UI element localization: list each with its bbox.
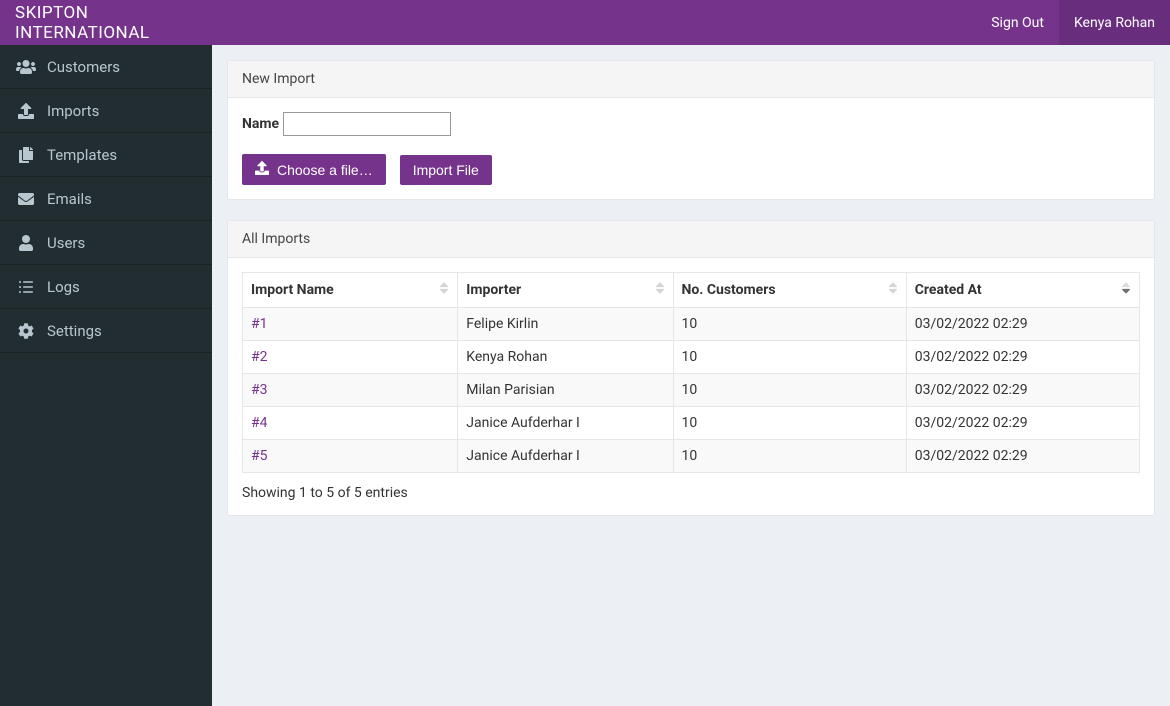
- count-cell: 10: [673, 341, 906, 374]
- sidebar-item-label: Settings: [47, 322, 102, 340]
- sidebar-item-label: Users: [47, 234, 85, 252]
- sidebar-item-settings[interactable]: Settings: [0, 309, 212, 353]
- choose-file-button[interactable]: Choose a file…: [242, 154, 386, 185]
- brand-title: SKIPTON INTERNATIONAL: [0, 3, 212, 43]
- upload-icon: [255, 161, 269, 178]
- table-row: #2Kenya Rohan1003/02/2022 02:29: [243, 341, 1140, 374]
- import-name-link[interactable]: #1: [243, 308, 458, 341]
- sort-icon: [888, 281, 898, 299]
- importer-cell: Janice Aufderhar I: [458, 440, 673, 473]
- sidebar-item-users[interactable]: Users: [0, 221, 212, 265]
- sidebar-item-templates[interactable]: Templates: [0, 133, 212, 177]
- sidebar-item-label: Imports: [47, 102, 99, 120]
- sidebar-item-imports[interactable]: Imports: [0, 89, 212, 133]
- upload-icon: [15, 102, 37, 120]
- count-cell: 10: [673, 308, 906, 341]
- user-menu[interactable]: Kenya Rohan: [1059, 0, 1170, 45]
- users-icon: [15, 58, 37, 76]
- created-cell: 03/02/2022 02:29: [906, 308, 1139, 341]
- name-input[interactable]: [283, 112, 451, 136]
- col-created-at[interactable]: Created At: [906, 273, 1139, 308]
- count-cell: 10: [673, 440, 906, 473]
- sidebar: Customers Imports Templates Emails Users: [0, 45, 212, 706]
- all-imports-title: All Imports: [228, 221, 1154, 258]
- sidebar-item-customers[interactable]: Customers: [0, 45, 212, 89]
- sidebar-item-logs[interactable]: Logs: [0, 265, 212, 309]
- created-cell: 03/02/2022 02:29: [906, 341, 1139, 374]
- table-entries-info: Showing 1 to 5 of 5 entries: [242, 473, 1140, 501]
- created-cell: 03/02/2022 02:29: [906, 374, 1139, 407]
- cogs-icon: [15, 322, 37, 340]
- sort-desc-icon: [1121, 281, 1131, 299]
- import-file-label: Import File: [413, 162, 479, 178]
- importer-cell: Milan Parisian: [458, 374, 673, 407]
- import-file-button[interactable]: Import File: [400, 155, 492, 185]
- all-imports-panel: All Imports Import Name Import: [227, 220, 1155, 516]
- copy-icon: [15, 146, 37, 164]
- col-import-name[interactable]: Import Name: [243, 273, 458, 308]
- sidebar-item-label: Customers: [47, 58, 120, 76]
- sidebar-item-emails[interactable]: Emails: [0, 177, 212, 221]
- sort-icon: [439, 281, 449, 299]
- table-row: #1Felipe Kirlin1003/02/2022 02:29: [243, 308, 1140, 341]
- created-cell: 03/02/2022 02:29: [906, 440, 1139, 473]
- list-icon: [15, 278, 37, 296]
- table-row: #5Janice Aufderhar I1003/02/2022 02:29: [243, 440, 1140, 473]
- table-row: #3Milan Parisian1003/02/2022 02:29: [243, 374, 1140, 407]
- count-cell: 10: [673, 407, 906, 440]
- topbar: SKIPTON INTERNATIONAL Sign Out Kenya Roh…: [0, 0, 1170, 45]
- sidebar-item-label: Templates: [47, 146, 117, 164]
- col-no-customers[interactable]: No. Customers: [673, 273, 906, 308]
- main-content: New Import Name Choose a file… Import Fi…: [212, 45, 1170, 706]
- choose-file-label: Choose a file…: [277, 162, 373, 178]
- sign-out-link[interactable]: Sign Out: [976, 0, 1059, 45]
- name-label: Name: [242, 116, 279, 132]
- import-name-link[interactable]: #2: [243, 341, 458, 374]
- importer-cell: Janice Aufderhar I: [458, 407, 673, 440]
- sidebar-item-label: Logs: [47, 278, 80, 296]
- import-name-link[interactable]: #5: [243, 440, 458, 473]
- import-name-link[interactable]: #3: [243, 374, 458, 407]
- imports-table: Import Name Importer: [242, 272, 1140, 473]
- envelope-icon: [15, 190, 37, 208]
- importer-cell: Felipe Kirlin: [458, 308, 673, 341]
- created-cell: 03/02/2022 02:29: [906, 407, 1139, 440]
- col-importer[interactable]: Importer: [458, 273, 673, 308]
- importer-cell: Kenya Rohan: [458, 341, 673, 374]
- import-name-link[interactable]: #4: [243, 407, 458, 440]
- user-icon: [15, 234, 37, 252]
- sort-icon: [655, 281, 665, 299]
- table-row: #4Janice Aufderhar I1003/02/2022 02:29: [243, 407, 1140, 440]
- new-import-title: New Import: [228, 61, 1154, 98]
- count-cell: 10: [673, 374, 906, 407]
- sidebar-item-label: Emails: [47, 190, 92, 208]
- new-import-panel: New Import Name Choose a file… Import Fi…: [227, 60, 1155, 200]
